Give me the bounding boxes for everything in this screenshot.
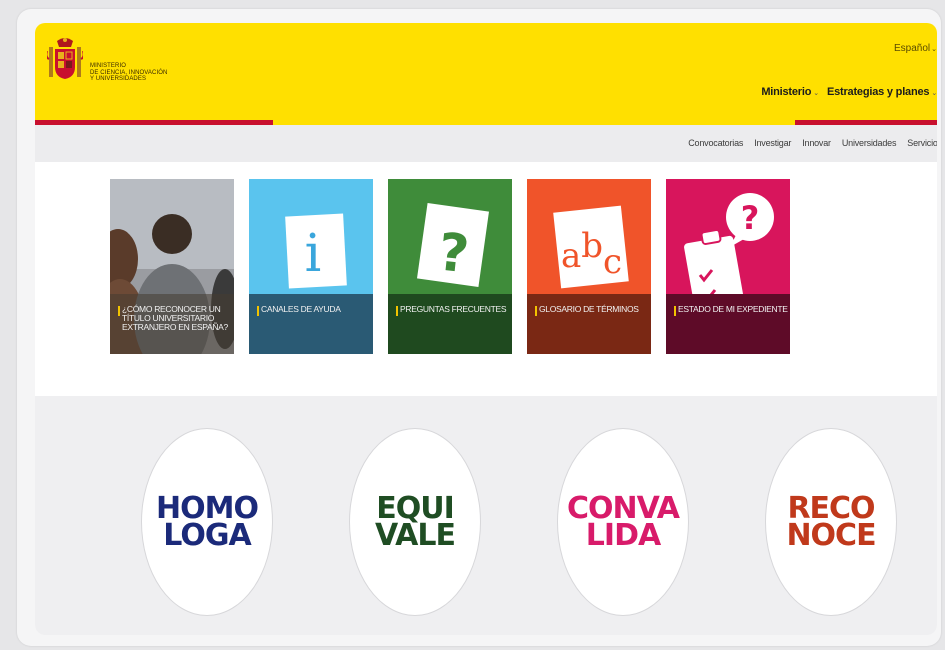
tile-label: GLOSARIO DE TÉRMINOS xyxy=(539,304,639,314)
oval-word-line-2: LOGA xyxy=(163,518,251,553)
site-header: MINISTERIO DE CIENCIA, INNOVACIÓN Y UNIV… xyxy=(35,23,937,120)
language-selector[interactable]: Español⌄ xyxy=(894,43,937,54)
coat-of-arms-logo[interactable] xyxy=(47,37,83,84)
abc-glyph-a: a xyxy=(561,236,581,276)
info-icon-glyph: i xyxy=(305,224,322,284)
nav-item-ministerio[interactable]: Ministerio ⌄ xyxy=(761,86,819,98)
tile-overlay xyxy=(388,294,512,354)
nav-item-estrategias[interactable]: Estrategias y planes ⌄ xyxy=(827,86,937,98)
tile-como-reconocer[interactable]: ¿CÓMO RECONOCER UN TÍTULO UNIVERSITARIO … xyxy=(110,179,234,354)
tile-label: CANALES DE AYUDA xyxy=(261,304,341,314)
convalida-link[interactable]: CONVA LIDA xyxy=(557,428,689,616)
oval-word-line-2: NOCE xyxy=(786,518,876,553)
tile-accent-bar xyxy=(535,306,537,316)
tile-glosario-de-terminos[interactable]: abc GLOSARIO DE TÉRMINOS xyxy=(527,179,651,354)
subnav-item-investigar[interactable]: Investigar xyxy=(754,138,791,148)
tile-preguntas-frecuentes[interactable]: ? PREGUNTAS FRECUENTES xyxy=(388,179,512,354)
chevron-down-icon: ⌄ xyxy=(813,90,819,97)
question-icon-glyph: ? xyxy=(435,223,471,286)
subnav-item-universidades[interactable]: Universidades xyxy=(842,138,897,148)
tile-accent-bar xyxy=(396,306,398,316)
page: MINISTERIO DE CIENCIA, INNOVACIÓN Y UNIV… xyxy=(35,23,937,635)
nav-label: Ministerio xyxy=(761,86,812,98)
oval-word-line-2: VALE xyxy=(374,518,456,553)
tile-label: ESTADO DE MI EXPEDIENTE xyxy=(678,304,788,314)
tile-overlay xyxy=(666,294,790,354)
tile-label: PREGUNTAS FRECUENTES xyxy=(400,304,507,314)
subnav-item-servicios[interactable]: Servicios xyxy=(907,138,937,148)
tile-label: ¿CÓMO RECONOCER UN TÍTULO UNIVERSITARIO … xyxy=(122,304,228,332)
secondary-nav: Convocatorias Investigar Innovar Univers… xyxy=(35,125,937,162)
tile-overlay xyxy=(249,294,373,354)
language-label: Español xyxy=(893,43,931,54)
tile-accent-bar xyxy=(257,306,259,316)
tile-accent-bar xyxy=(674,306,676,316)
ministry-line-1: MINISTERIO xyxy=(90,63,127,69)
ministry-name[interactable]: MINISTERIO DE CIENCIA, INNOVACIÓN Y UNIV… xyxy=(90,63,230,83)
tile-overlay xyxy=(527,294,651,354)
subnav-item-innovar[interactable]: Innovar xyxy=(802,138,831,148)
subnav-item-convocatorias[interactable]: Convocatorias xyxy=(688,138,743,148)
nav-label: Estrategias y planes xyxy=(826,86,930,98)
chevron-down-icon: ⌄ xyxy=(931,46,937,53)
ministry-line-3: Y UNIVERSIDADES xyxy=(90,76,147,83)
equivale-link[interactable]: EQUI VALE xyxy=(349,428,481,616)
reconoce-link[interactable]: RECO NOCE xyxy=(765,428,897,616)
abc-glyph-b: b xyxy=(581,226,603,266)
abc-glyph-c: c xyxy=(603,242,622,282)
tile-canales-de-ayuda[interactable]: i CANALES DE AYUDA xyxy=(249,179,373,354)
homologa-link[interactable]: HOMO LOGA xyxy=(141,428,273,616)
tile-accent-bar xyxy=(118,306,120,316)
chevron-down-icon: ⌄ xyxy=(931,90,937,97)
oval-word-line-2: LIDA xyxy=(585,518,661,553)
clipboard-question-glyph: ? xyxy=(741,199,760,237)
ministry-line-2: DE CIENCIA, INNOVACIÓN xyxy=(90,69,168,76)
main-nav: Ministerio ⌄ Estrategias y planes ⌄ xyxy=(761,86,937,98)
tile-estado-de-mi-expediente[interactable]: ? ESTADO DE MI EXPEDIENTE xyxy=(666,179,790,354)
